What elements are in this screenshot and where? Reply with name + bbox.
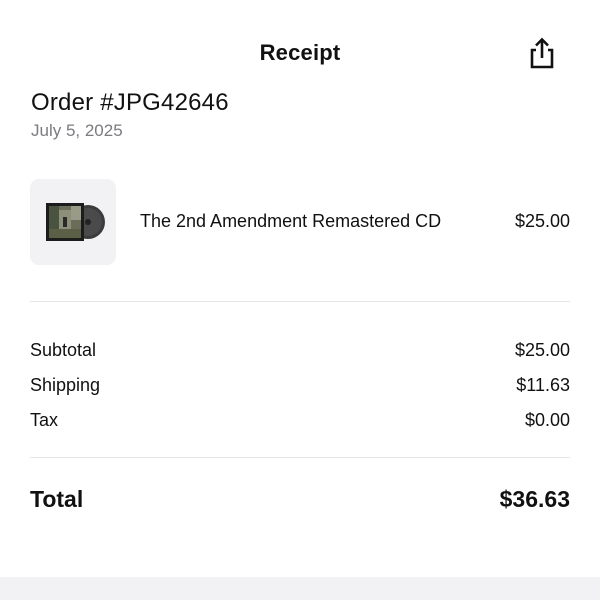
- page-title: Receipt: [259, 40, 341, 65]
- line-item[interactable]: The 2nd Amendment Remastered CD $25.00: [30, 179, 570, 265]
- total-value: $36.63: [499, 486, 570, 512]
- album-cover-cd-icon: [46, 203, 105, 241]
- divider: [30, 457, 570, 458]
- shipping-label: Shipping: [30, 375, 101, 395]
- tax-value: $0.00: [524, 410, 570, 430]
- divider: [30, 301, 570, 302]
- bottom-bar: [0, 577, 600, 600]
- item-price: $25.00: [514, 211, 570, 231]
- header: Receipt: [0, 36, 600, 72]
- total-label: Total: [30, 486, 84, 512]
- item-thumbnail: [30, 179, 116, 265]
- tax-label: Tax: [30, 410, 59, 430]
- share-button[interactable]: [526, 36, 558, 70]
- tax-row: Tax $0.00: [30, 410, 570, 434]
- order-date: July 5, 2025: [31, 121, 123, 140]
- total-row: Total $36.63: [30, 486, 570, 516]
- subtotal-row: Subtotal $25.00: [30, 340, 570, 364]
- order-number: Order #JPG42646: [31, 89, 229, 116]
- subtotal-label: Subtotal: [30, 340, 97, 360]
- shipping-row: Shipping $11.63: [30, 375, 570, 399]
- receipt-screen: Receipt Order #JPG42646 July 5, 2025 The…: [0, 0, 600, 600]
- shipping-value: $11.63: [516, 375, 570, 395]
- subtotal-value: $25.00: [514, 340, 570, 360]
- item-name: The 2nd Amendment Remastered CD: [140, 211, 442, 231]
- share-icon: [530, 37, 554, 69]
